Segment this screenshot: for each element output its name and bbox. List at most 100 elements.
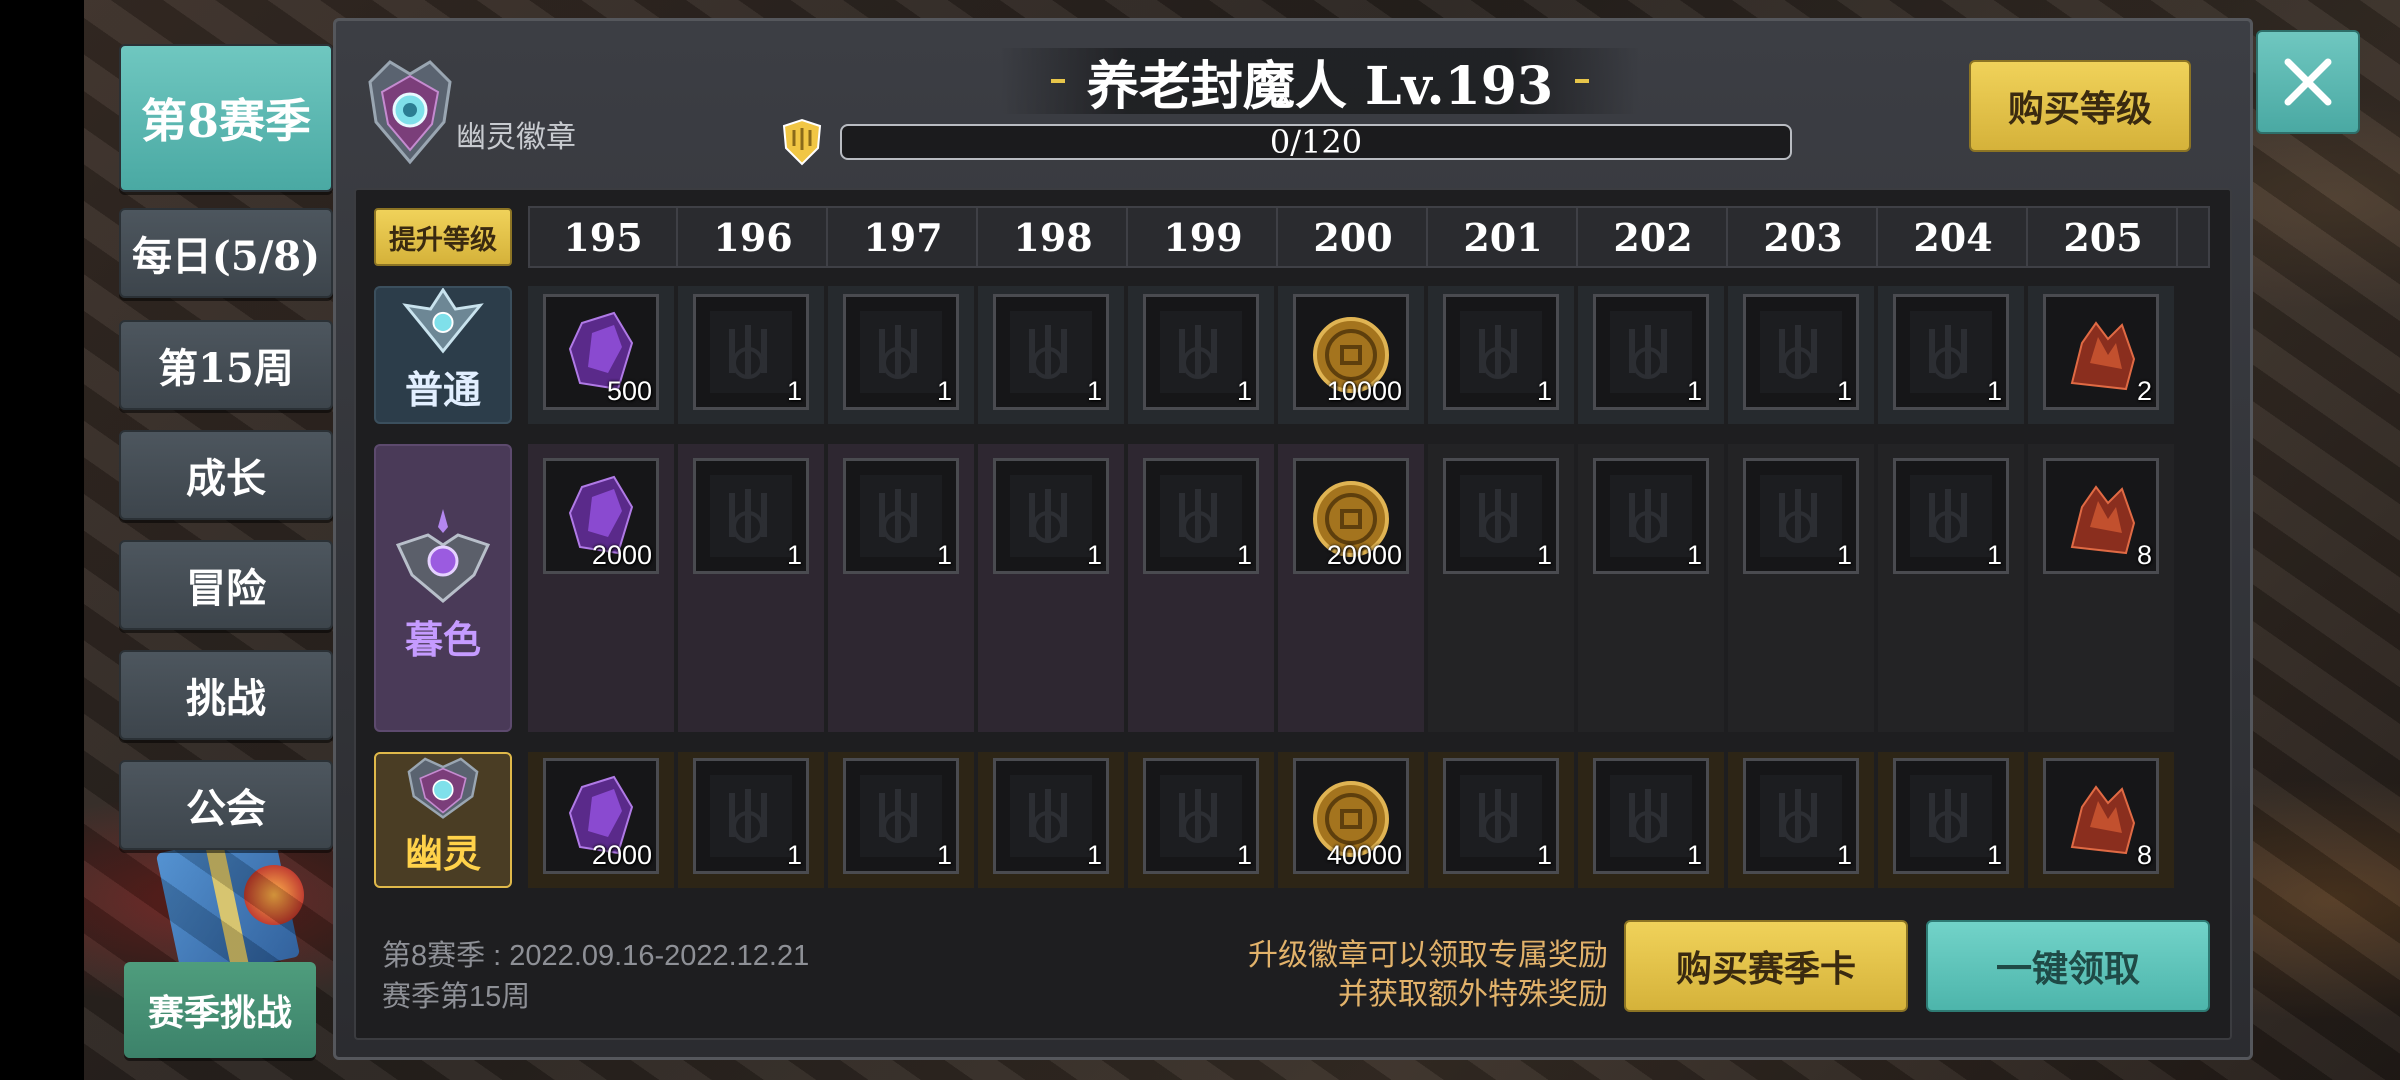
- nav-tab-week[interactable]: 第15周: [119, 320, 333, 410]
- chest-reward-item[interactable]: 1: [1443, 758, 1559, 874]
- reward-count: 1: [1086, 840, 1102, 870]
- normal-reward-row: 500 1 1 1 1 10000 1 1 1 1 2: [528, 286, 2210, 424]
- title-left-ornament: [1050, 79, 1065, 83]
- chest-reward-item[interactable]: 1: [693, 758, 809, 874]
- reward-count: 2: [2136, 376, 2152, 406]
- reward-count: 40000: [1326, 840, 1402, 870]
- buy-season-card-button[interactable]: 购买赛季卡: [1624, 920, 1908, 1012]
- chest-reward-item[interactable]: 1: [1143, 758, 1259, 874]
- claim-all-button[interactable]: 一键领取: [1926, 920, 2210, 1012]
- reward-count: 1: [786, 540, 802, 570]
- close-icon: [2284, 58, 2332, 106]
- upgrade-level-tag[interactable]: 提升等级: [374, 208, 512, 266]
- reward-count: 1: [1986, 540, 2002, 570]
- nav-tab-growth[interactable]: 成长: [119, 430, 333, 520]
- chest-reward-item[interactable]: 1: [843, 758, 959, 874]
- player-title-bar: 养老封魔人 Lv.193: [1000, 48, 1640, 117]
- coin-reward-item[interactable]: 40000: [1293, 758, 1409, 874]
- chest-reward-item[interactable]: 1: [1443, 294, 1559, 410]
- nav-tab-season[interactable]: 第8赛季: [119, 44, 333, 192]
- dusk-tier-emblem-icon: [395, 508, 491, 603]
- chest-reward-item[interactable]: 1: [1893, 294, 2009, 410]
- level-199: 199: [1130, 208, 1278, 266]
- nav-tab-challenge[interactable]: 挑战: [119, 650, 333, 740]
- title-right-ornament: [1575, 79, 1590, 83]
- buy-level-button[interactable]: 购买等级: [1969, 60, 2191, 152]
- chest-reward-item[interactable]: 1: [693, 294, 809, 410]
- chest-reward-item[interactable]: 1: [993, 758, 1109, 874]
- chest-reward-item[interactable]: 1: [1743, 458, 1859, 574]
- chest-reward-item[interactable]: 1: [1143, 458, 1259, 574]
- ore-reward-item[interactable]: 8: [2043, 758, 2159, 874]
- experience-value: 0/120: [1269, 123, 1363, 161]
- lantern-decoration: [244, 865, 304, 925]
- reward-count: 1: [1086, 376, 1102, 406]
- level-198: 198: [980, 208, 1128, 266]
- chest-reward-item[interactable]: 1: [1593, 758, 1709, 874]
- chest-reward-item[interactable]: 1: [1893, 758, 2009, 874]
- tier-ghost-label: 幽灵: [404, 831, 481, 876]
- upgrade-tip-line-2: 并获取额外特殊奖励: [1338, 978, 1608, 1011]
- chest-reward-item[interactable]: 1: [1743, 294, 1859, 410]
- season-challenge-button[interactable]: 赛季挑战: [124, 962, 316, 1058]
- level-204: 204: [1880, 208, 2028, 266]
- nav-tab-guild[interactable]: 公会: [119, 760, 333, 850]
- nav-tab-daily[interactable]: 每日(5/8): [119, 208, 333, 298]
- season-week: 赛季第15周: [382, 981, 531, 1013]
- tier-dusk: 暮色: [374, 444, 512, 732]
- reward-count: 1: [786, 376, 802, 406]
- chest-reward-item[interactable]: 1: [993, 458, 1109, 574]
- reward-count: 1: [1686, 840, 1702, 870]
- badge-name: 幽灵徽章: [456, 120, 576, 155]
- chest-reward-item[interactable]: 1: [843, 294, 959, 410]
- level-203: 203: [1730, 208, 1878, 266]
- reward-count: 1: [936, 540, 952, 570]
- reward-count: 1: [1236, 376, 1252, 406]
- chest-reward-item[interactable]: 1: [693, 458, 809, 574]
- level-196: 196: [680, 208, 828, 266]
- crystal-reward-item[interactable]: 2000: [543, 458, 659, 574]
- coin-reward-item[interactable]: 20000: [1293, 458, 1409, 574]
- reward-count: 20000: [1326, 540, 1402, 570]
- reward-count: 10000: [1326, 376, 1402, 406]
- level-200: 200: [1280, 208, 1428, 266]
- ghost-tier-emblem-icon: [407, 757, 479, 819]
- reward-count: 1: [1236, 540, 1252, 570]
- reward-count: 1: [1986, 840, 2002, 870]
- crystal-reward-item[interactable]: 500: [543, 294, 659, 410]
- reward-count: 1: [786, 840, 802, 870]
- chest-reward-item[interactable]: 1: [1743, 758, 1859, 874]
- chest-reward-item[interactable]: 1: [1893, 458, 2009, 574]
- chest-reward-item[interactable]: 1: [993, 294, 1109, 410]
- reward-count: 1: [1536, 840, 1552, 870]
- tier-normal-label: 普通: [404, 367, 481, 412]
- tier-ghost: 幽灵: [374, 752, 512, 888]
- coin-reward-item[interactable]: 10000: [1293, 294, 1409, 410]
- reward-count: 1: [1986, 376, 2002, 406]
- chest-reward-item[interactable]: 1: [1593, 294, 1709, 410]
- reward-count: 2000: [591, 540, 652, 570]
- level-202: 202: [1580, 208, 1728, 266]
- level-205: 205: [2030, 208, 2178, 266]
- chest-reward-item[interactable]: 1: [1443, 458, 1559, 574]
- reward-count: 8: [2136, 840, 2152, 870]
- reward-count: 1: [1236, 840, 1252, 870]
- normal-tier-emblem-icon: [402, 288, 484, 354]
- close-button[interactable]: [2256, 30, 2360, 134]
- reward-count: 1: [1836, 540, 1852, 570]
- tier-normal: 普通: [374, 286, 512, 424]
- ore-reward-item[interactable]: 2: [2043, 294, 2159, 410]
- chest-reward-item[interactable]: 1: [1593, 458, 1709, 574]
- ghost-badge-icon: [368, 60, 452, 165]
- ore-reward-item[interactable]: 8: [2043, 458, 2159, 574]
- reward-count: 1: [1536, 376, 1552, 406]
- crystal-reward-item[interactable]: 2000: [543, 758, 659, 874]
- reward-count: 1: [936, 376, 952, 406]
- chest-reward-item[interactable]: 1: [843, 458, 959, 574]
- nav-tab-adventure[interactable]: 冒险: [119, 540, 333, 630]
- reward-count: 1: [1686, 540, 1702, 570]
- level-201: 201: [1430, 208, 1578, 266]
- reward-count: 1: [1686, 376, 1702, 406]
- chest-reward-item[interactable]: 1: [1143, 294, 1259, 410]
- reward-count: 2000: [591, 840, 652, 870]
